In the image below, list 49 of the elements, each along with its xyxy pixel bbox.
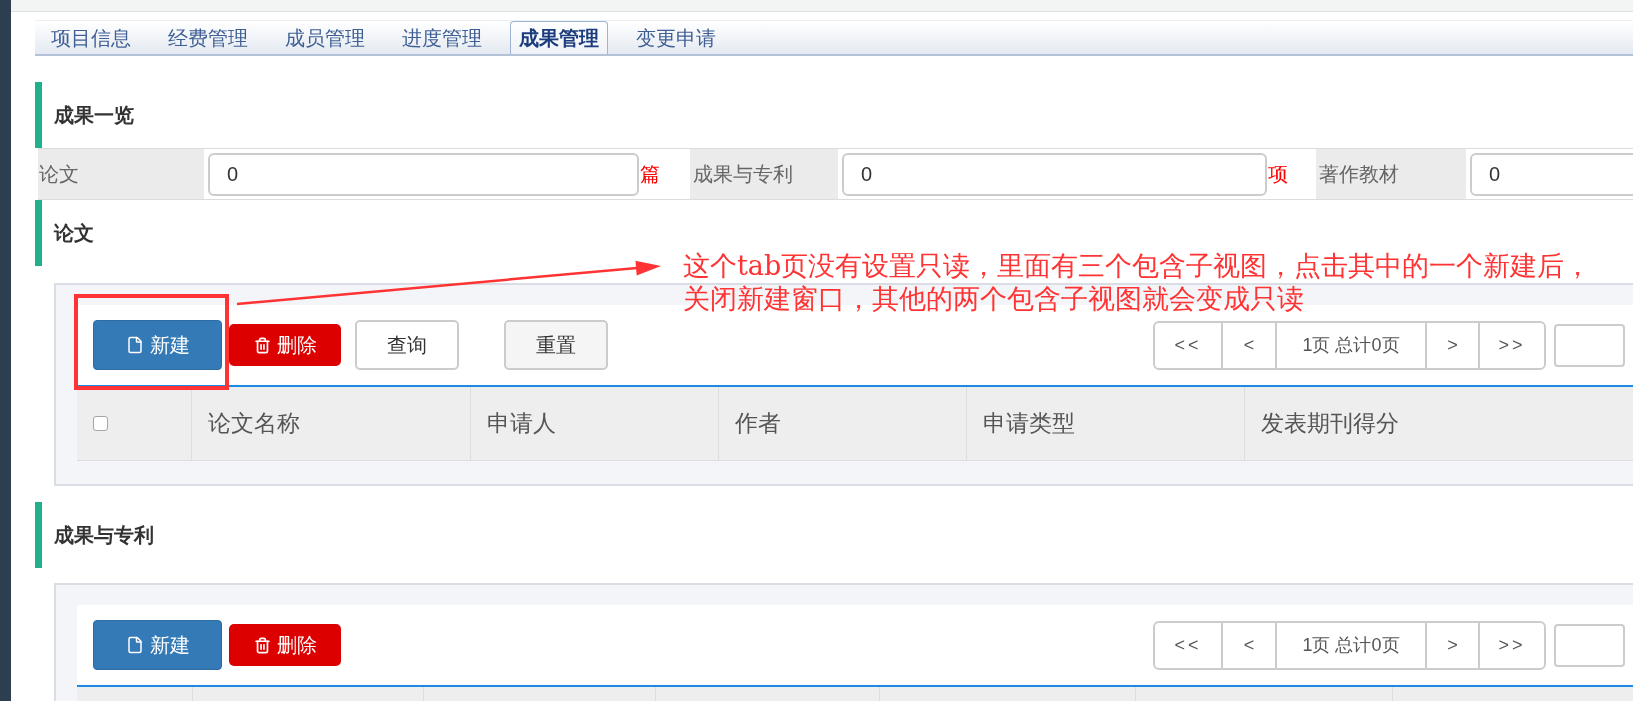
file-icon xyxy=(125,336,144,354)
count-field[interactable]: 0 xyxy=(208,152,639,196)
count-field[interactable]: 0 xyxy=(842,152,1267,196)
prev-page-button[interactable]: < xyxy=(1221,322,1275,368)
reset-button[interactable]: 重置 xyxy=(504,320,608,370)
column-header: 申请人 xyxy=(470,387,718,460)
tab[interactable]: 进度管理 xyxy=(393,21,491,54)
column-header: 作者 xyxy=(718,387,966,460)
last-page-button[interactable]: >> xyxy=(1478,622,1544,668)
select-all-checkbox[interactable] xyxy=(93,416,108,431)
field-label: 成果与专利 xyxy=(690,149,838,199)
tab[interactable]: 成果管理 xyxy=(510,21,608,54)
next-page-button[interactable]: > xyxy=(1425,622,1478,668)
annotation-text: 这个tab页没有设置只读，里面有三个包含子视图，点击其中的一个新建后， 关闭新建窗口，其他的两个包含子视图就会变成只读 xyxy=(683,249,1592,315)
prev-page-button[interactable]: < xyxy=(1221,622,1275,668)
section-accent-bar xyxy=(35,200,42,266)
page-jump-field[interactable] xyxy=(1554,623,1625,667)
page-jump-field[interactable] xyxy=(1554,323,1625,367)
first-page-button[interactable]: << xyxy=(1155,322,1221,368)
page-status: 1页 总计0页 xyxy=(1275,322,1425,368)
new-button[interactable]: 新建 xyxy=(93,620,222,670)
section-title: 论文 xyxy=(54,221,94,246)
trash-icon xyxy=(253,636,271,654)
last-page-button[interactable]: >> xyxy=(1478,322,1544,368)
delete-button[interactable]: 删除 xyxy=(229,624,341,666)
next-page-button[interactable]: > xyxy=(1425,322,1478,368)
query-button[interactable]: 查询 xyxy=(355,320,459,370)
section-title: 成果与专利 xyxy=(54,523,154,548)
column-header: 论文名称 xyxy=(191,387,470,460)
section-title: 成果一览 xyxy=(54,103,134,128)
new-button[interactable]: 新建 xyxy=(93,320,222,370)
page-status: 1页 总计0页 xyxy=(1275,622,1425,668)
delete-button[interactable]: 删除 xyxy=(229,324,341,366)
tab[interactable]: 变更申请 xyxy=(627,21,725,54)
unit-label: 篇 xyxy=(640,162,660,187)
file-icon xyxy=(125,636,144,654)
count-field[interactable]: 0 xyxy=(1470,152,1633,196)
column-header: 发表期刊得分 xyxy=(1244,387,1633,460)
tab[interactable]: 项目信息 xyxy=(42,21,140,54)
field-label: 论文 xyxy=(38,149,204,199)
tab[interactable]: 成员管理 xyxy=(276,21,374,54)
section-accent-bar xyxy=(35,82,42,148)
trash-icon xyxy=(253,336,271,354)
field-label: 著作教材 xyxy=(1316,149,1466,199)
first-page-button[interactable]: << xyxy=(1155,622,1221,668)
column-header: 申请类型 xyxy=(966,387,1244,460)
section-accent-bar xyxy=(35,502,42,568)
unit-label: 项 xyxy=(1268,162,1288,187)
tab[interactable]: 经费管理 xyxy=(159,21,257,54)
